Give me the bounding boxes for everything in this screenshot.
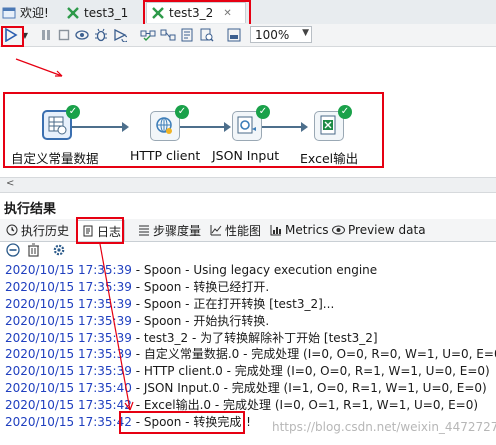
annotation-arrow — [99, 243, 134, 411]
watermark: https://blog.csdn.net/weixin_44727274 — [272, 420, 496, 434]
